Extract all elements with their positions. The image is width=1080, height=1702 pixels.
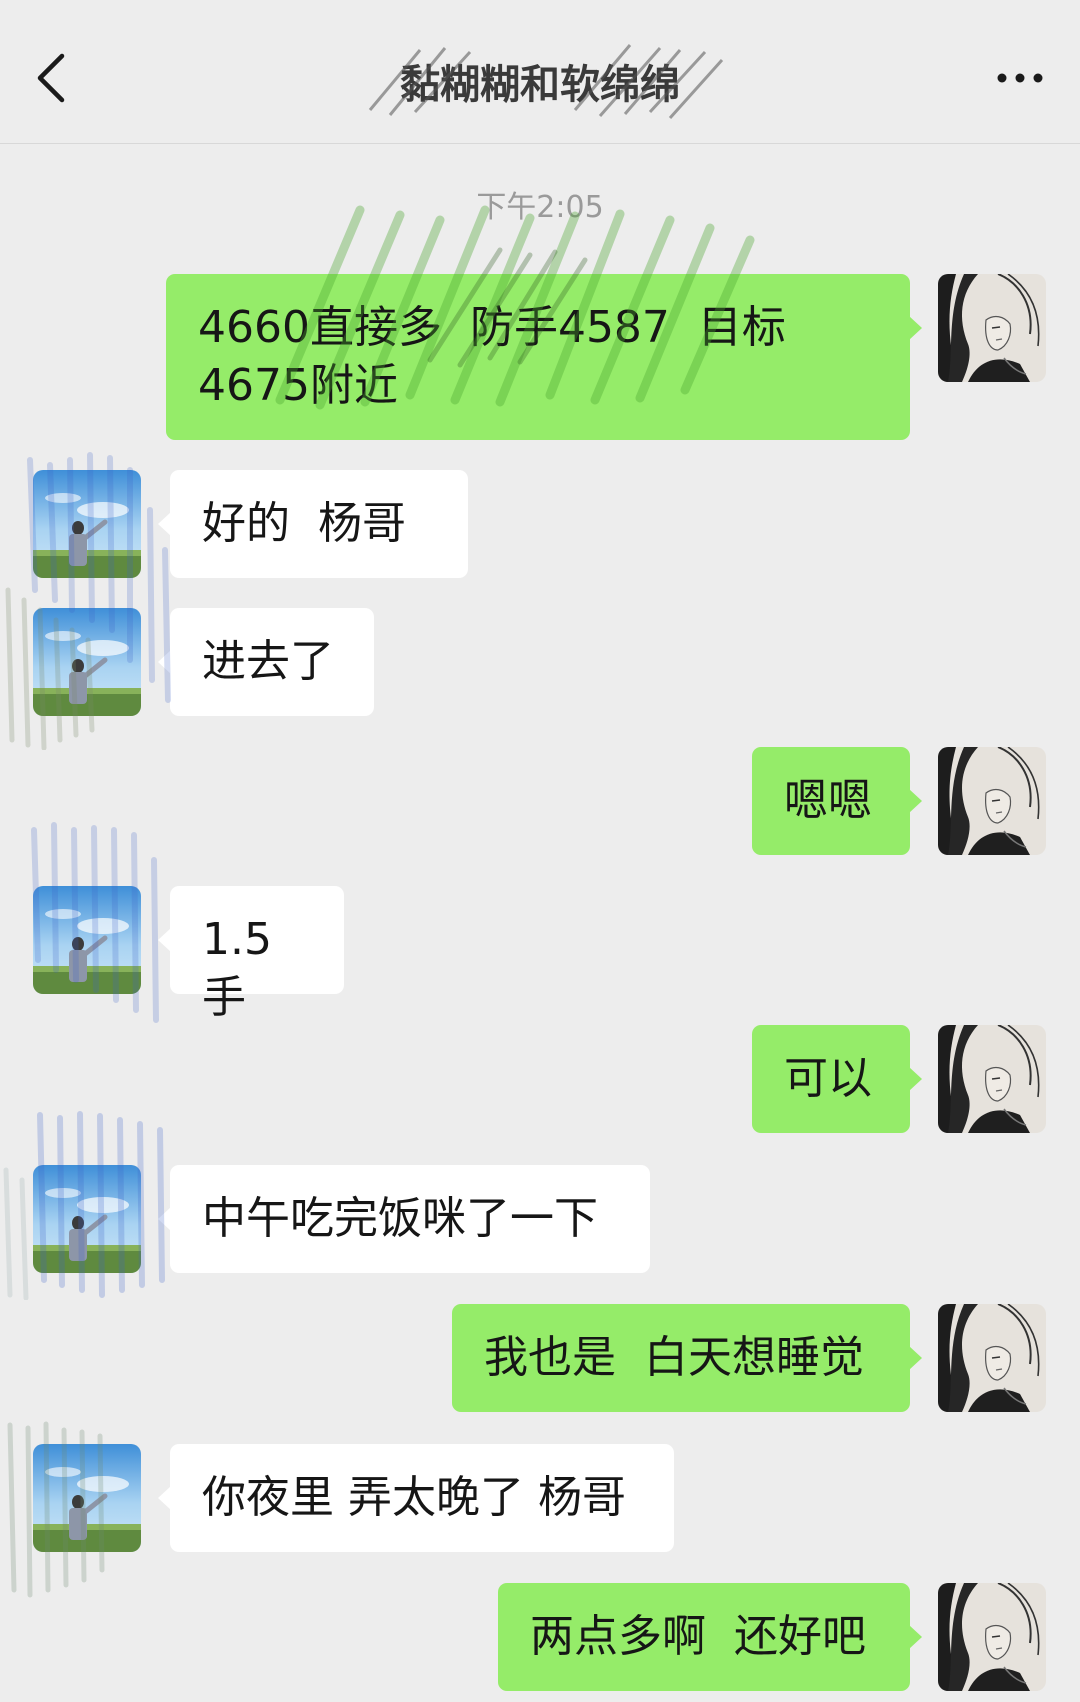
outgoing-message-bubble[interactable]: 嗯嗯: [752, 747, 922, 855]
contact-avatar[interactable]: [33, 608, 141, 716]
outgoing-message-bubble[interactable]: 可以: [752, 1025, 922, 1133]
contact-avatar[interactable]: [33, 886, 141, 994]
message-timestamp: 下午2:05: [476, 190, 604, 225]
contact-avatar[interactable]: [33, 470, 141, 578]
outgoing-message-bubble[interactable]: 两点多啊 还好吧: [498, 1583, 922, 1691]
more-horizontal-icon: [997, 73, 1043, 83]
outgoing-message-bubble[interactable]: 我也是 白天想睡觉: [452, 1304, 922, 1412]
chat-header: 黏糊糊和软绵绵: [0, 0, 1080, 144]
outgoing-message-bubble[interactable]: 4660直接多 防手4587 目标 4675附近: [166, 274, 922, 440]
contact-avatar[interactable]: [33, 1444, 141, 1552]
incoming-message-bubble[interactable]: 好的 杨哥: [158, 470, 468, 578]
more-options-button[interactable]: [990, 58, 1050, 98]
my-avatar[interactable]: [938, 1025, 1046, 1133]
incoming-message-bubble[interactable]: 1.5手: [158, 886, 344, 1023]
my-avatar[interactable]: [938, 1583, 1046, 1691]
incoming-message-bubble[interactable]: 你夜里 弄太晚了 杨哥: [158, 1444, 674, 1552]
back-button[interactable]: [28, 48, 78, 108]
contact-avatar[interactable]: [33, 1165, 141, 1273]
chat-title: 黏糊糊和软绵绵: [400, 62, 680, 108]
incoming-message-bubble[interactable]: 进去了: [158, 608, 374, 716]
chevron-left-icon: [37, 53, 65, 103]
my-avatar[interactable]: [938, 274, 1046, 382]
my-avatar[interactable]: [938, 747, 1046, 855]
my-avatar[interactable]: [938, 1304, 1046, 1412]
incoming-message-bubble[interactable]: 中午吃完饭咪了一下: [158, 1165, 650, 1273]
